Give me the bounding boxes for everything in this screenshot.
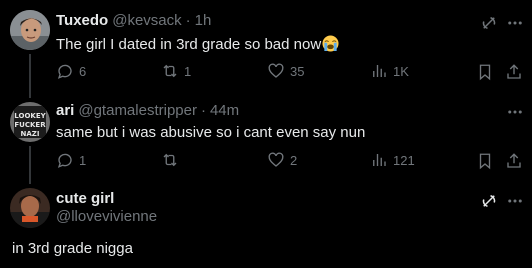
avatar[interactable]: LOOKEY FUCKER NAZI	[10, 102, 50, 142]
bookmark-icon[interactable]	[476, 152, 494, 170]
display-name[interactable]: Tuxedo	[56, 12, 108, 29]
thread-line	[29, 146, 31, 184]
like-count: 2	[290, 152, 298, 168]
more-icon[interactable]	[506, 192, 524, 210]
like-icon	[268, 63, 284, 78]
svg-text:FUCKER: FUCKER	[14, 121, 46, 129]
tweet-text: in 3rd grade nigga	[12, 240, 133, 257]
repost-icon	[163, 153, 177, 167]
display-name[interactable]: cute girl	[56, 190, 114, 207]
thread-line	[29, 54, 31, 98]
like-button[interactable]: 35	[267, 62, 304, 80]
reply-icon	[57, 153, 72, 168]
grok-icon[interactable]	[480, 192, 498, 210]
tweet-text: The girl I dated in 3rd grade so bad now	[56, 36, 322, 53]
reply-button[interactable]: 6	[56, 62, 86, 80]
repost-count: 1	[184, 63, 192, 79]
avatar[interactable]	[10, 10, 50, 50]
grok-icon[interactable]	[480, 14, 498, 32]
handle[interactable]: @llovevivienne	[56, 208, 157, 225]
display-name[interactable]: ari	[56, 102, 74, 119]
handle[interactable]: @gtamalestripper	[78, 102, 197, 119]
views-count: 1K	[393, 63, 409, 79]
views-button[interactable]: 1K	[370, 62, 409, 80]
reply-button[interactable]: 1	[56, 151, 86, 169]
repost-icon	[163, 64, 177, 78]
share-icon[interactable]	[505, 152, 523, 170]
avatar[interactable]	[10, 188, 50, 228]
repost-button[interactable]: 1	[161, 62, 191, 80]
loudly-crying-face-icon	[322, 35, 339, 52]
views-button[interactable]: 121	[370, 151, 415, 169]
views-icon	[373, 154, 386, 166]
like-button[interactable]: 2	[267, 151, 297, 169]
tweet-text: same but i was abusive so i cant even sa…	[56, 124, 366, 141]
share-icon[interactable]	[505, 63, 523, 81]
separator-dot: ·	[200, 102, 206, 119]
views-icon	[373, 65, 386, 77]
more-icon[interactable]	[506, 14, 524, 32]
svg-text:NAZI: NAZI	[21, 130, 40, 138]
reply-icon	[57, 64, 72, 79]
handle[interactable]: @kevsack	[112, 12, 181, 29]
like-count: 35	[290, 63, 305, 79]
timestamp[interactable]: 1h	[195, 12, 212, 29]
like-icon	[268, 152, 284, 167]
more-icon[interactable]	[506, 103, 524, 121]
timestamp[interactable]: 44m	[210, 102, 239, 119]
svg-text:LOOKEY: LOOKEY	[14, 112, 46, 120]
views-count: 121	[393, 152, 415, 168]
tweet-text-container: The girl I dated in 3rd grade so bad now	[56, 35, 339, 53]
reply-count: 1	[79, 152, 87, 168]
reply-count: 6	[79, 63, 87, 79]
repost-button[interactable]	[161, 151, 184, 169]
bookmark-icon[interactable]	[476, 63, 494, 81]
separator-dot: ·	[185, 12, 191, 29]
